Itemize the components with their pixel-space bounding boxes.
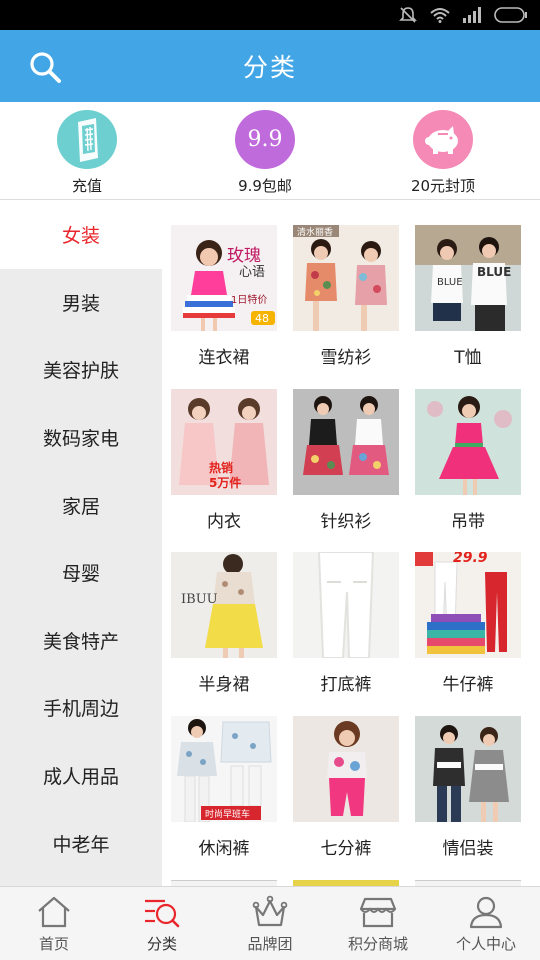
sidebar-item-electronics[interactable]: 数码家电 xyxy=(0,404,162,472)
subcategory-label: 休闲裤 xyxy=(198,839,250,859)
product-image: 热销 5万件 xyxy=(171,389,277,495)
overlay-text: 心语 xyxy=(239,265,266,280)
battery-icon xyxy=(494,7,527,23)
sidebar-item-beauty[interactable]: 美容护肤 xyxy=(0,336,162,404)
subcategory-knit-shirt[interactable]: 针织衫 xyxy=(293,389,399,532)
crown-icon xyxy=(252,895,288,927)
subcategory-casual-pants[interactable]: 时尚早班车 休闲裤 xyxy=(171,716,277,859)
nine-nine-badge-icon: 9.9 xyxy=(235,110,295,169)
subcategory-label: 七分裤 xyxy=(320,839,372,859)
sidebar-item-womens[interactable]: 女装 xyxy=(0,201,162,269)
subcategory-label: 内衣 xyxy=(207,512,241,532)
mute-icon xyxy=(399,7,417,23)
store-icon xyxy=(359,897,397,928)
sidebar-item-mens[interactable]: 男装 xyxy=(0,269,162,337)
twenty-cap-link[interactable]: 20元封顶 xyxy=(383,110,503,196)
sidebar-item-home[interactable]: 家居 xyxy=(0,471,162,539)
recharge-link[interactable]: 充值 xyxy=(27,110,147,196)
overlay-text: IBUU xyxy=(181,592,218,607)
tab-label: 积分商城 xyxy=(347,935,408,953)
quick-link-label: 20元封顶 xyxy=(410,177,476,195)
subcategory-label: 吊带 xyxy=(451,512,485,532)
subcategory-grid: 玫瑰 心语 1日特价 48 连衣裙 清水丽香 雪纺衫 BLUE BLUE T恤 … xyxy=(162,201,540,886)
overlay-text: 29.9 xyxy=(453,552,488,566)
tab-label: 个人中心 xyxy=(455,935,516,953)
quick-links: 充值 9.9 9.9包邮 20元封顶 xyxy=(0,102,540,200)
search-icon xyxy=(30,52,61,83)
tab-category[interactable]: 分类 xyxy=(108,887,216,960)
product-image: BLUE BLUE xyxy=(415,225,521,331)
piggy-bank-icon xyxy=(413,110,473,169)
subcategory-label: 打底裤 xyxy=(320,675,372,695)
subcategory-label: 半身裙 xyxy=(198,675,250,695)
subcategory-couples-wear[interactable]: 情侣装 xyxy=(415,716,521,859)
product-image: 清水丽香 xyxy=(293,225,399,331)
overlay-text: BLUE xyxy=(477,265,512,279)
subcategory-jeans[interactable]: 29.9 牛仔裤 xyxy=(415,552,521,695)
sidebar-item-adult[interactable]: 成人用品 xyxy=(0,742,162,810)
tab-profile[interactable]: 个人中心 xyxy=(432,887,540,960)
product-image xyxy=(415,716,521,822)
overlay-text: BLUE xyxy=(437,277,463,288)
subcategory-camisole[interactable]: 吊带 xyxy=(415,389,521,532)
quick-link-label: 9.9包邮 xyxy=(238,177,292,195)
tab-label: 分类 xyxy=(146,935,177,953)
subcategory-label: 连衣裙 xyxy=(198,348,250,368)
tab-label: 首页 xyxy=(38,935,69,953)
badge-text: 9.9 xyxy=(247,127,283,152)
sidebar-item-seniors[interactable]: 中老年 xyxy=(0,809,162,877)
product-image: 玫瑰 心语 1日特价 48 xyxy=(171,225,277,331)
sidebar-item-food[interactable]: 美食特产 xyxy=(0,607,162,675)
tab-brand-group[interactable]: 品牌团 xyxy=(216,887,324,960)
person-icon xyxy=(469,896,503,929)
overlay-text: 时尚早班车 xyxy=(205,810,251,820)
product-image: IBUU xyxy=(171,552,277,658)
page-title: 分类 xyxy=(242,53,297,82)
sidebar-item-baby[interactable]: 母婴 xyxy=(0,539,162,607)
tab-points-mall[interactable]: 积分商城 xyxy=(324,887,432,960)
top-header: 分类 xyxy=(0,30,540,102)
subcategory-underwear[interactable]: 热销 5万件 内衣 xyxy=(171,389,277,532)
home-icon xyxy=(38,896,70,928)
product-image xyxy=(415,389,521,495)
tab-home[interactable]: 首页 xyxy=(0,887,108,960)
subcategory-label: 情侣装 xyxy=(442,839,494,859)
product-image xyxy=(293,716,399,822)
nine-nine-free-shipping-link[interactable]: 9.9 9.9包邮 xyxy=(205,110,325,196)
product-image xyxy=(293,389,399,495)
overlay-text: 5万件 xyxy=(209,476,242,490)
category-search-icon xyxy=(145,899,180,928)
status-bar xyxy=(0,0,540,30)
quick-link-label: 充值 xyxy=(71,177,102,195)
overlay-text: 清水丽香 xyxy=(297,228,334,238)
subcategory-label: T恤 xyxy=(454,348,482,368)
signal-icon xyxy=(463,7,481,23)
product-image: 时尚早班车 xyxy=(171,716,277,822)
overlay-text: 1日特价 xyxy=(231,295,268,306)
subcategory-label: 针织衫 xyxy=(320,512,372,532)
subcategory-leggings[interactable]: 打底裤 xyxy=(293,552,399,695)
overlay-text: 48 xyxy=(255,312,269,325)
subcategory-skirt[interactable]: IBUU 半身裙 xyxy=(171,552,277,695)
wifi-icon xyxy=(430,8,450,23)
product-image: 29.9 xyxy=(415,552,521,658)
phone-recharge-icon xyxy=(57,110,117,169)
product-image xyxy=(293,552,399,658)
bottom-tab-bar: 首页 分类 品牌团 积分商城 个人中心 xyxy=(0,886,540,960)
tab-label: 品牌团 xyxy=(247,935,293,953)
subcategory-label: 牛仔裤 xyxy=(442,675,494,695)
subcategory-label: 雪纺衫 xyxy=(320,348,372,368)
category-sidebar: 女装 男装 美容护肤 数码家电 家居 母婴 美食特产 手机周边 成人用品 中老年 xyxy=(0,201,162,886)
sidebar-item-phone-accessories[interactable]: 手机周边 xyxy=(0,674,162,742)
subcategory-dress[interactable]: 玫瑰 心语 1日特价 48 连衣裙 xyxy=(171,225,277,368)
subcategory-tshirt[interactable]: BLUE BLUE T恤 xyxy=(415,225,521,368)
subcategory-chiffon-shirt[interactable]: 清水丽香 雪纺衫 xyxy=(293,225,399,368)
subcategory-capri-pants[interactable]: 七分裤 xyxy=(293,716,399,859)
search-button[interactable] xyxy=(28,50,62,84)
